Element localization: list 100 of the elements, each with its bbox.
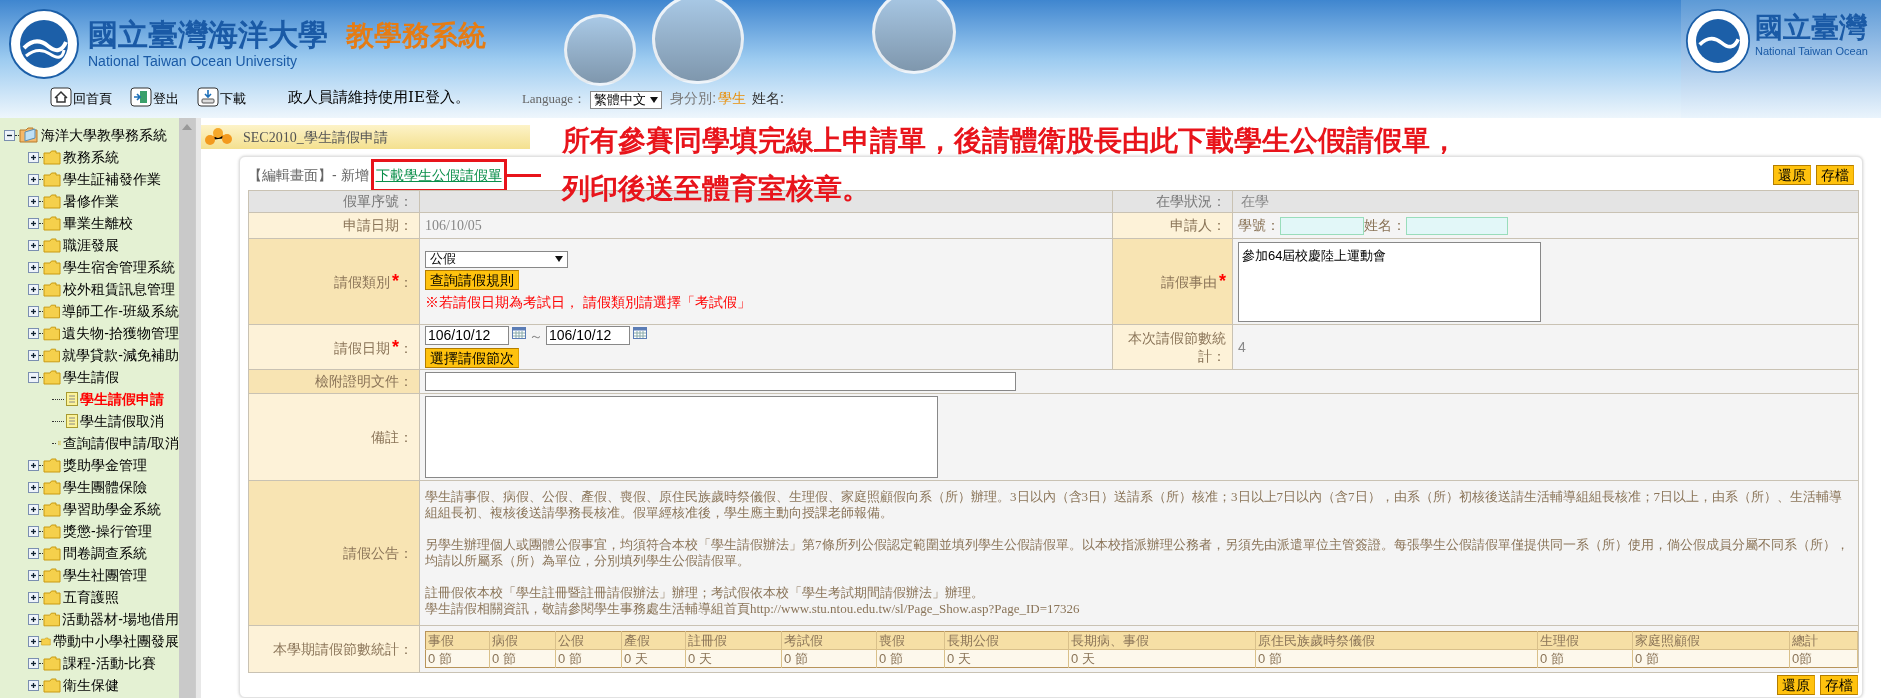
expand-icon[interactable] (28, 591, 39, 603)
table-cell: 0 節 (555, 649, 622, 667)
expand-icon[interactable] (28, 261, 39, 273)
tree-item[interactable]: 學生請假取消 (80, 410, 164, 432)
folder-icon (42, 347, 61, 363)
column-header: 產假 (621, 631, 686, 649)
name-label: 姓名: (752, 88, 784, 108)
tree-item[interactable]: 獎懲-操行管理 (63, 520, 152, 542)
tree-item[interactable]: 畢業生離校 (63, 212, 133, 234)
tree-item[interactable]: 學習助學金系統 (63, 498, 161, 520)
remarks-textarea[interactable] (425, 396, 938, 478)
expand-icon[interactable] (28, 349, 39, 361)
expand-icon[interactable] (28, 657, 39, 669)
table-cell: 0 節 (1255, 649, 1538, 667)
logout-button[interactable]: 登出 (130, 86, 179, 109)
start-date-field[interactable]: 106/10/12 (425, 326, 509, 345)
tree-item[interactable]: 課程-活動-比賽 (63, 652, 157, 674)
name-field[interactable] (1406, 216, 1508, 235)
collapse-icon[interactable] (4, 129, 15, 141)
expand-icon[interactable] (28, 503, 39, 515)
tree-item[interactable]: 學生團體保險 (63, 476, 147, 498)
tree-item[interactable]: 導師工作-班級系統 (62, 300, 179, 322)
tree-item[interactable]: 查詢請假申請/取消 (63, 432, 179, 454)
calendar-icon (512, 327, 526, 339)
university-name: 國立臺灣 (1755, 14, 1868, 42)
expand-icon[interactable] (28, 481, 39, 493)
university-name-english: National Taiwan Ocean (1755, 46, 1868, 57)
expand-icon[interactable] (28, 613, 39, 625)
up-arrow-icon (182, 124, 192, 130)
calendar-icon (633, 327, 647, 339)
expand-icon[interactable] (28, 569, 39, 581)
leave-type-select[interactable]: 公假 (425, 250, 568, 268)
tree-item[interactable]: 學生証補發作業 (63, 168, 161, 190)
notice-paragraph: 學生請假相關資訊，敬請參閱學生事務處生活輔導組首頁http://www.stu.ntou.edu.tw/sl/Page_Show.asp?Page_ID=17326 (425, 601, 1081, 617)
tree-item[interactable]: 職涯發展 (63, 234, 119, 256)
end-date-field[interactable]: 106/10/12 (546, 326, 630, 345)
expand-icon[interactable] (28, 635, 39, 647)
expand-icon[interactable] (28, 547, 39, 559)
expand-icon[interactable] (28, 525, 39, 537)
date-separator: ～ (529, 327, 543, 346)
language-select[interactable]: 繁體中文 (590, 90, 663, 109)
notice-paragraph: 學生請事假、病假、公假、產假、喪假、原住民族歲時祭儀假、生理假、家庭照顧假向系（所）辦理。3日以內（含3日）送請系（所）核准；3日以上7日以內（含7日），由系（所）初核後送請生活輔導組組長核准；7日以上，由系（所）、生活輔導組組長初、複核後送請學務長核准。假單經核准後，學生應主動向授課老師報備。 (425, 489, 1843, 521)
column-header: 喪假 (876, 631, 945, 649)
reset-button[interactable]: 還原 (1777, 675, 1815, 695)
tree-item[interactable]: 五育護照 (63, 586, 119, 608)
tree-item[interactable]: 海洋大學教學務系統 (41, 124, 167, 146)
tree-item[interactable]: 活動器材-場地借用 (62, 608, 179, 630)
rules-button[interactable]: 查詢請假規則 (425, 269, 519, 290)
attachment-field[interactable] (425, 372, 1016, 391)
collapse-icon[interactable] (28, 371, 39, 383)
tree-item[interactable]: 學生宿舍管理系統 (63, 256, 175, 278)
save-button[interactable]: 存檔 (1820, 675, 1858, 695)
expand-icon[interactable] (28, 195, 39, 207)
student-id-field[interactable] (1280, 216, 1364, 235)
column-header: 註冊假 (685, 631, 782, 649)
expand-icon[interactable] (28, 305, 39, 317)
expand-icon[interactable] (28, 327, 39, 339)
required-mark: * (392, 271, 399, 291)
tree-item[interactable]: 教務系統 (63, 146, 119, 168)
save-button[interactable]: 存檔 (1816, 165, 1854, 185)
expand-icon[interactable] (28, 173, 39, 185)
expand-icon[interactable] (28, 217, 39, 229)
tree-item[interactable]: 校外租賃訊息管理 (63, 278, 175, 300)
column-header: 事假 (425, 631, 490, 649)
tree-item[interactable]: 遺失物-拾獲物管理 (62, 322, 179, 344)
caret-icon (555, 256, 563, 262)
reset-button[interactable]: 還原 (1773, 165, 1811, 185)
select-periods-button[interactable]: 選擇請假節次 (425, 348, 519, 368)
scrollbar[interactable] (179, 118, 195, 698)
expand-icon[interactable] (28, 151, 39, 163)
folder-icon (43, 589, 61, 605)
download-link[interactable]: 下載學生公假請假單 (375, 166, 502, 183)
tree-item[interactable]: 學生社團管理 (63, 564, 147, 586)
tree-item[interactable]: 帶動中小學社團發展 (53, 630, 179, 652)
table-cell: 0 天 (685, 649, 782, 667)
apply-date-value: 106/10/05 (425, 218, 482, 233)
tree-item[interactable]: 暑修作業 (63, 190, 119, 212)
field-label: 本學期請假節數統計： (273, 640, 413, 657)
reason-textarea[interactable]: 參加64屆校慶陸上運動會 (1238, 241, 1541, 322)
tree-item[interactable]: 問卷調查系統 (63, 542, 147, 564)
expand-icon[interactable] (28, 283, 39, 295)
download-icon (197, 86, 219, 107)
colon: ： (399, 339, 413, 356)
folder-icon (43, 677, 61, 693)
expand-icon[interactable] (28, 239, 39, 251)
column-header: 總計 (1789, 631, 1858, 649)
field-label: 請假公告： (343, 544, 413, 561)
tree-item[interactable]: 獎助學金管理 (63, 454, 147, 476)
tree-item[interactable]: 衛生保健 (63, 674, 119, 696)
tree-item[interactable]: 就學貸款-減免補助 (62, 344, 179, 366)
table-cell: 0 節 (1632, 649, 1790, 667)
home-button[interactable]: 回首頁 (50, 86, 112, 109)
expand-icon[interactable] (28, 459, 39, 471)
university-name-english: National Taiwan Ocean University (88, 54, 299, 68)
expand-icon[interactable] (28, 679, 39, 691)
folder-icon (43, 259, 61, 275)
field-label: 請假類別 (334, 274, 390, 290)
folder-icon (43, 501, 61, 517)
download-button[interactable]: 下載 (197, 86, 246, 109)
tree-item[interactable]: 學生請假 (63, 366, 119, 388)
